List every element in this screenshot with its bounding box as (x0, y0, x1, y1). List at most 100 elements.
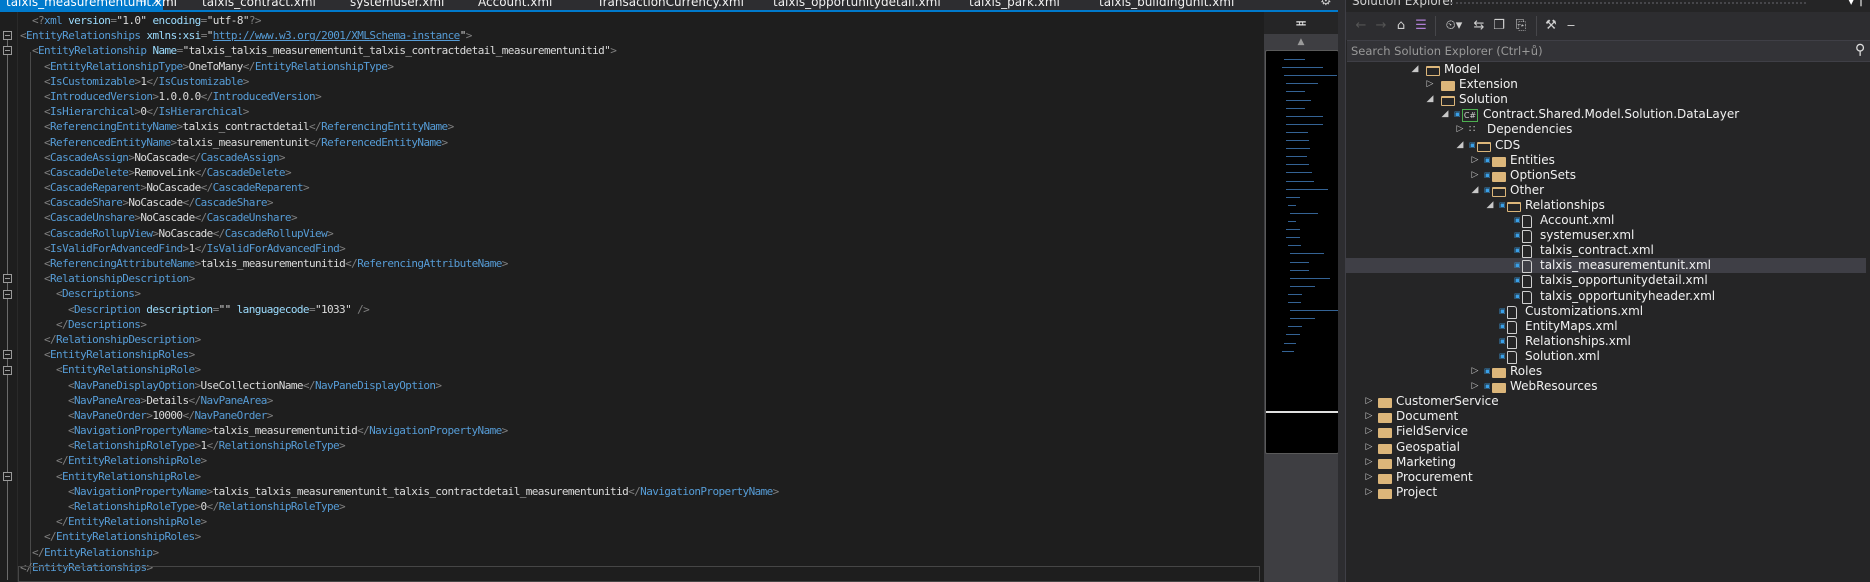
tree-node[interactable]: ▷ ▣ Entities (1346, 153, 1870, 168)
code-line[interactable]: </EntityRelationshipRole> (20, 514, 1260, 529)
schema-link[interactable]: http://www.w3.org/2001/XMLSchema-instanc… (213, 29, 461, 42)
collapse-all-icon[interactable]: ❐ (1490, 16, 1508, 36)
vs-solution-icon[interactable]: ☰ (1412, 16, 1430, 36)
collapsed-arrow-icon[interactable]: ▷ (1364, 409, 1374, 424)
code-line[interactable]: <?xml version="1.0" encoding="utf-8"?> (20, 13, 1260, 28)
expanded-arrow-icon[interactable]: ◢ (1410, 64, 1420, 77)
collapse-outline-icon[interactable] (3, 274, 12, 284)
collapsed-arrow-icon[interactable]: ▷ (1455, 122, 1465, 137)
tree-node[interactable]: ▣ Account.xml (1346, 213, 1870, 228)
code-line[interactable]: <IsValidForAdvancedFind>1</IsValidForAdv… (20, 241, 1260, 256)
code-line[interactable]: <EntityRelationships xmlns:xsi="http://w… (20, 28, 1260, 43)
code-line[interactable]: <CascadeUnshare>NoCascade</CascadeUnshar… (20, 210, 1260, 225)
tab-overflow-gear-icon[interactable]: ⚙ (1320, 0, 1336, 9)
collapsed-arrow-icon[interactable]: ▷ (1364, 440, 1374, 455)
tab-talxis-park[interactable]: talxis_park.xml (969, 0, 1060, 10)
collapsed-arrow-icon[interactable]: ▷ (1470, 153, 1480, 168)
collapse-outline-icon[interactable] (3, 350, 12, 360)
solution-search-box[interactable]: ⚲ (1347, 40, 1870, 62)
tree-node[interactable]: ◢ Solution (1346, 92, 1870, 107)
tab-account[interactable]: Account.xml (478, 0, 552, 10)
forward-icon[interactable]: → (1372, 16, 1390, 36)
collapse-outline-icon[interactable] (3, 472, 12, 481)
code-line[interactable]: <IsHierarchical>0</IsHierarchical> (20, 104, 1260, 119)
collapsed-arrow-icon[interactable]: ▷ (1470, 364, 1480, 379)
tree-node[interactable]: ▷ ▣ OptionSets (1346, 168, 1870, 183)
tab-talxis-measurementunit[interactable]: talxis_measurementunit.xml ⊣ ✕ (0, 0, 177, 10)
pin-icon[interactable]: ⊣ (137, 0, 147, 9)
code-line[interactable]: <NavigationPropertyName>talxis_talxis_me… (20, 484, 1260, 499)
search-icon[interactable]: ⚲ (1855, 42, 1865, 58)
show-all-files-icon[interactable]: ⎘ (1512, 16, 1530, 36)
tree-node[interactable]: ▷ ▣ WebResources (1346, 379, 1870, 394)
tab-talxis-contract[interactable]: talxis_contract.xml (202, 0, 316, 10)
tree-node[interactable]: ▣ talxis_contract.xml (1346, 243, 1870, 259)
code-line[interactable]: <CascadeAssign>NoCascade</CascadeAssign> (20, 150, 1260, 165)
tree-node[interactable]: ▣ EntityMaps.xml (1346, 319, 1870, 334)
expanded-arrow-icon[interactable]: ◢ (1440, 107, 1450, 122)
tree-node[interactable]: ▣ talxis_opportunityheader.xml (1346, 289, 1870, 304)
scroll-up-arrow-icon[interactable]: ▲ (1264, 34, 1338, 50)
vertical-scrollbar-map[interactable]: ▲ (1264, 34, 1346, 582)
code-line[interactable]: <EntityRelationship Name="talxis_talxis_… (20, 43, 1260, 58)
close-icon[interactable]: ✕ (152, 0, 161, 9)
code-line[interactable]: <IsCustomizable>1</IsCustomizable> (20, 74, 1260, 89)
tree-node[interactable]: ▣ talxis_measurementunit.xml (1346, 258, 1870, 274)
tree-node[interactable]: ▣ systemuser.xml (1346, 228, 1870, 244)
code-minimap[interactable] (1265, 50, 1346, 454)
properties-wrench-icon[interactable]: ⚒ (1542, 16, 1560, 36)
expanded-arrow-icon[interactable]: ◢ (1470, 183, 1480, 198)
collapse-outline-icon[interactable] (3, 289, 12, 299)
collapse-outline-icon[interactable] (3, 365, 12, 375)
tab-transactioncurrency[interactable]: TransactionCurrency.xml (597, 0, 744, 10)
code-line[interactable]: </EntityRelationship> (20, 545, 1260, 560)
collapse-outline-icon[interactable] (3, 31, 12, 41)
code-line[interactable]: <CascadeDelete>RemoveLink</CascadeDelete… (20, 165, 1260, 180)
sync-icon[interactable]: ⇆ (1470, 16, 1488, 36)
code-line[interactable]: <ReferencedEntityName>talxis_measurement… (20, 135, 1260, 150)
tree-node[interactable]: ▷ ∷ Dependencies (1346, 122, 1870, 137)
collapsed-arrow-icon[interactable]: ▷ (1364, 455, 1374, 470)
collapsed-arrow-icon[interactable]: ▷ (1364, 485, 1374, 500)
tree-node[interactable]: ▣ Customizations.xml (1346, 304, 1870, 319)
code-line[interactable]: <ReferencingAttributeName>talxis_measure… (20, 256, 1260, 271)
code-line[interactable]: <RelationshipDescription> (20, 271, 1260, 286)
code-line[interactable]: <RelationshipRoleType>0</RelationshipRol… (20, 499, 1260, 514)
pane-splitter[interactable] (1338, 0, 1345, 582)
tree-node[interactable]: ▣ Solution.xml (1346, 349, 1870, 364)
code-line[interactable]: <EntityRelationshipRoles> (20, 347, 1260, 362)
tree-node[interactable]: ▷ Procurement (1346, 470, 1870, 485)
panel-drag-handle[interactable] (1451, 2, 1806, 4)
code-line[interactable]: <NavPaneArea>Details</NavPaneArea> (20, 393, 1260, 408)
expanded-arrow-icon[interactable]: ◢ (1425, 92, 1435, 107)
tab-talxis-buildingunit[interactable]: talxis_buildingunit.xml (1099, 0, 1234, 10)
solution-search-input[interactable] (1351, 42, 1831, 60)
code-line[interactable]: <EntityRelationshipRole> (20, 362, 1260, 377)
tab-talxis-opportunitydetail[interactable]: talxis_opportunitydetail.xml (773, 0, 941, 10)
collapsed-arrow-icon[interactable]: ▷ (1470, 379, 1480, 394)
tree-node[interactable]: ◢ ▣ Relationships (1346, 198, 1870, 213)
expanded-arrow-icon[interactable]: ◢ (1485, 198, 1495, 213)
tree-node[interactable]: ▷ Document (1346, 409, 1870, 424)
code-line[interactable]: <Descriptions> (20, 286, 1260, 301)
collapsed-arrow-icon[interactable]: ▷ (1364, 470, 1374, 485)
code-line[interactable]: <RelationshipRoleType>1</RelationshipRol… (20, 438, 1260, 453)
tab-systemuser[interactable]: systemuser.xml (350, 0, 444, 10)
tree-node[interactable]: ◢ ▣ CDS (1346, 138, 1870, 153)
xml-code-editor[interactable]: <?xml version="1.0" encoding="utf-8"?> <E… (0, 12, 1262, 582)
tree-node[interactable]: ◢ Model (1346, 64, 1870, 77)
code-line[interactable]: <Description description="" languagecode… (20, 302, 1260, 317)
code-line[interactable]: </Descriptions> (20, 317, 1260, 332)
tree-node[interactable]: ◢ ▣ C# Contract.Shared.Model.Solution.DataL… (1346, 107, 1870, 123)
collapsed-arrow-icon[interactable]: ▷ (1425, 77, 1435, 92)
back-icon[interactable]: ← (1352, 16, 1370, 36)
tree-node[interactable]: ▷ Project (1346, 485, 1870, 500)
preview-icon[interactable]: ‒ (1562, 16, 1580, 36)
tree-node[interactable]: ▷ Extension (1346, 77, 1870, 92)
code-line[interactable]: <EntityRelationshipType>OneToMany</Entit… (20, 59, 1260, 74)
code-line[interactable]: <CascadeShare>NoCascade</CascadeShare> (20, 195, 1260, 210)
pending-changes-icon[interactable]: ⏲▾ (1441, 16, 1467, 36)
tree-node[interactable]: ▣ Relationships.xml (1346, 334, 1870, 349)
collapse-outline-icon[interactable] (3, 46, 12, 56)
home-icon[interactable]: ⌂ (1392, 16, 1410, 36)
